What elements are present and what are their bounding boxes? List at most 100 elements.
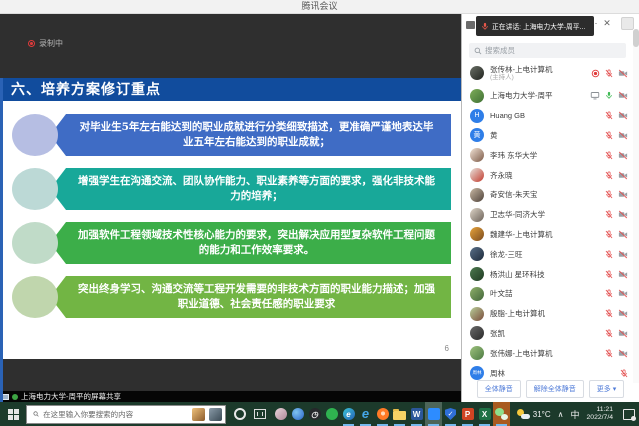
mute-all-button[interactable]: 全体静音 [477,380,521,398]
mic-muted-icon [620,369,628,378]
participant-name: 张伟娜-上电计算机 [490,349,601,358]
taskbar-search-input[interactable] [43,410,188,419]
ime-indicator[interactable]: 中 [571,408,580,421]
alarm-clock-icon[interactable]: ◷ [306,402,323,426]
participant-status-icons [605,329,628,338]
participant-row[interactable]: HHuang GB [462,106,632,126]
participant-row[interactable]: 卫志华-同济大学 [462,205,632,225]
weather-widget[interactable]: 31°C [517,409,551,419]
presentation-slide: 六、培养方案修订重点 对毕业生5年左右能达到的职业成就进行分类细致描述，更准确严… [0,78,461,359]
start-button[interactable] [0,402,26,426]
orange-browser-icon[interactable] [374,402,391,426]
file-explorer-icon[interactable] [391,402,408,426]
participant-name: 李玮 东华大学 [490,151,601,160]
camera-off-icon [618,309,628,318]
unmute-all-button[interactable]: 解除全体静音 [526,380,584,398]
participant-row[interactable]: 齐永晓 [462,165,632,185]
bullet-bar-text: 对毕业生5年左右能达到的职业成就进行分类细致描述，更准确严谨地表达毕业五年左右能… [50,114,451,156]
member-search-box[interactable] [469,43,626,58]
participant-row[interactable]: 张伟娜-上电计算机 [462,343,632,363]
participant-row[interactable]: 殷脂-上电计算机 [462,304,632,324]
participant-row[interactable]: 杨洪山 星环科技 [462,264,632,284]
windows-logo-icon [8,409,19,420]
wechat-icon[interactable] [493,402,510,426]
participant-status-icons [605,171,628,180]
camera-off-icon [618,329,628,338]
camera-off-icon [618,349,628,358]
member-search-input[interactable] [485,46,621,55]
taskbar-clock[interactable]: 11:21 2022/7/4 [587,406,613,423]
scrollbar-thumb[interactable] [633,29,639,47]
mic-muted-icon [605,309,613,318]
edge-icon[interactable]: e [340,402,357,426]
participant-status-icons [605,230,628,239]
system-tray: 31°C ∧ 中 11:21 2022/7/4 [517,406,639,423]
action-center-icon[interactable] [623,409,635,420]
participant-row[interactable]: 叶文喆 [462,284,632,304]
mic-muted-icon [605,69,613,78]
participant-name: 齐永晓 [490,171,601,180]
share-border-strip [0,78,3,402]
avatar [470,307,484,321]
panel-window-icon[interactable] [466,21,475,29]
participant-row[interactable]: 魏建华-上电计算机 [462,225,632,245]
search-icon [33,410,39,418]
participant-status-icons [620,369,628,378]
panel-scrollbar[interactable] [633,29,639,383]
participant-name: 张传林-上电计算机 [490,65,587,74]
mic-muted-icon [605,131,613,140]
cortana-icon[interactable] [234,408,246,420]
taskbar-search-box[interactable] [26,405,226,424]
slide-body: 对毕业生5年左右能达到的职业成就进行分类细致描述，更准确严谨地表达毕业五年左右能… [0,101,461,359]
participant-name: 奇安信-朱天宝 [490,190,601,199]
powerpoint-icon[interactable]: P [459,402,476,426]
participant-role: (主持人) [490,74,587,82]
share-monitor-icon [2,394,9,400]
task-view-icon[interactable] [254,409,266,419]
shared-screen-viewer: 录制中 六、培养方案修订重点 对毕业生5年左右能达到的职业成就进行分类细致描述，… [0,14,461,402]
slide-bullet: 增强学生在沟通交流、团队协作能力、职业素养等方面的要求，强化非技术能力的培养； [12,168,451,210]
avatar [470,247,484,261]
participant-row[interactable]: 张凯 [462,324,632,344]
recording-label: 录制中 [39,38,63,49]
avatar [470,287,484,301]
participant-status-icons [591,69,628,78]
camera-off-icon [618,289,628,298]
speaking-mic-icon [481,22,489,31]
search-highlight-icon-2[interactable] [209,408,222,421]
hidden-icons-chevron[interactable]: ∧ [558,410,564,419]
participant-row[interactable]: 黄黄 [462,126,632,146]
avatar [470,168,484,182]
word-icon[interactable]: W [408,402,425,426]
defender-shield-icon[interactable]: ✓ [442,402,459,426]
participant-row[interactable]: 李玮 东华大学 [462,145,632,165]
recording-icon [28,40,35,47]
meeting-window: 腾讯会议 录制中 六、培养方案修订重点 对毕业生5年左右能达到的职业成就进行分类… [0,0,639,426]
clock-time: 11:21 [596,406,613,413]
pointer-device-icon[interactable] [272,402,289,426]
excel-icon[interactable]: X [476,402,493,426]
slide-bullet: 突出终身学习、沟通交流等工程开发需要的非技术方面的职业能力描述；加强职业道德、社… [12,276,451,318]
browser-360-icon[interactable] [323,402,340,426]
participant-status-icons [590,91,628,100]
globe-browser-icon[interactable] [289,402,306,426]
participant-row[interactable]: 奇安信-朱天宝 [462,185,632,205]
participant-name: 周林 [490,369,616,378]
search-highlight-icon-1[interactable] [192,408,205,421]
weather-temp: 31°C [533,410,551,419]
panel-close-button[interactable]: ✕ [601,18,613,29]
ie-icon[interactable]: e [357,402,374,426]
participant-row[interactable]: 上海电力大学-周平 [462,86,632,106]
bullet-ellipse [12,114,58,156]
avatar: 黄 [470,128,484,142]
participant-row[interactable]: 张传林-上电计算机(主持人) [462,60,632,86]
participant-status-icons [605,210,628,219]
more-actions-button[interactable]: 更多 ▾ [589,380,624,398]
participant-row[interactable]: 徐龙-三旺 [462,244,632,264]
members-panel: ⋯ ✕ 正在讲话: 上海电力大学-周平... 张传林-上电计算机(主持人)上海电… [461,14,639,402]
avatar [470,66,484,80]
tencent-meeting-icon[interactable] [425,402,442,426]
mic-muted-icon [605,230,613,239]
search-icon [474,47,482,55]
camera-off-icon [618,111,628,120]
